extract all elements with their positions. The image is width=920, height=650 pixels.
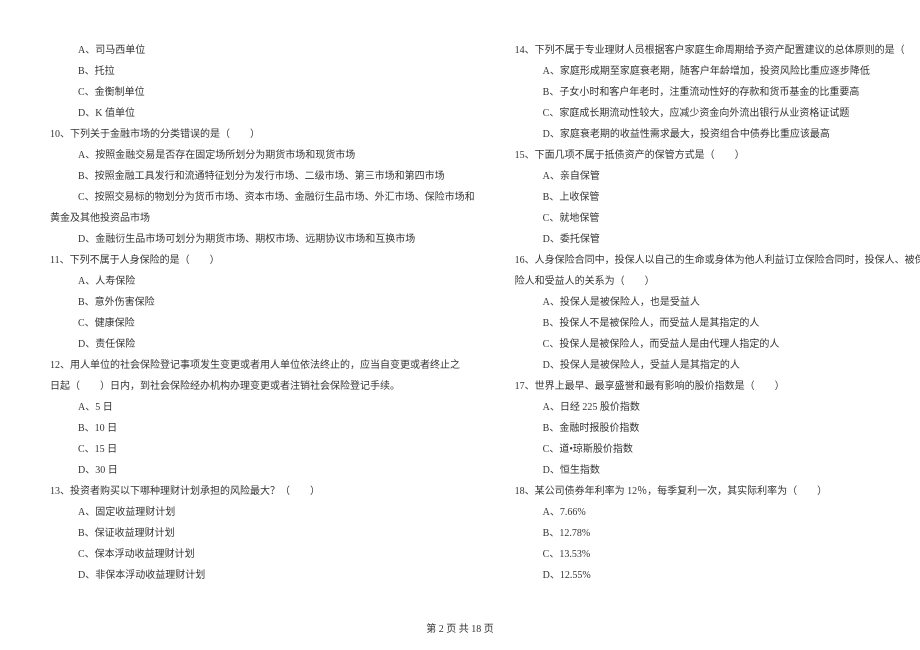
left-column: A、司马西单位B、托拉C、金衡制单位D、K 值单位10、下列关于金融市场的分类错… — [50, 40, 475, 610]
text-line: 10、下列关于金融市场的分类错误的是（ ） — [50, 124, 475, 145]
text-line: D、责任保险 — [50, 334, 475, 355]
text-line: 15、下面几项不属于抵债资产的保管方式是（ ） — [515, 145, 920, 166]
text-line: D、投保人是被保险人，受益人是其指定的人 — [515, 355, 920, 376]
text-line: 18、某公司债券年利率为 12％，每季复利一次，其实际利率为（ ） — [515, 481, 920, 502]
text-line: 黄金及其他投资品市场 — [50, 208, 475, 229]
two-column-layout: A、司马西单位B、托拉C、金衡制单位D、K 值单位10、下列关于金融市场的分类错… — [50, 40, 870, 610]
text-line: A、5 日 — [50, 397, 475, 418]
text-line: 13、投资者购买以下哪种理财计划承担的风险最大？（ ） — [50, 481, 475, 502]
text-line: A、投保人是被保险人，也是受益人 — [515, 292, 920, 313]
text-line: B、托拉 — [50, 61, 475, 82]
text-line: A、日经 225 股价指数 — [515, 397, 920, 418]
text-line: C、金衡制单位 — [50, 82, 475, 103]
text-line: B、12.78% — [515, 523, 920, 544]
text-line: C、就地保管 — [515, 208, 920, 229]
text-line: A、人寿保险 — [50, 271, 475, 292]
text-line: D、30 日 — [50, 460, 475, 481]
text-line: A、固定收益理财计划 — [50, 502, 475, 523]
text-line: D、非保本浮动收益理财计划 — [50, 565, 475, 586]
text-line: C、投保人是被保险人，而受益人是由代理人指定的人 — [515, 334, 920, 355]
text-line: 12、用人单位的社会保险登记事项发生变更或者用人单位依法终止的，应当自变更或者终… — [50, 355, 475, 376]
text-line: D、12.55% — [515, 565, 920, 586]
text-line: B、意外伤害保险 — [50, 292, 475, 313]
text-line: A、按照金融交易是否存在固定场所划分为期货市场和现货市场 — [50, 145, 475, 166]
text-line: B、10 日 — [50, 418, 475, 439]
right-column: 14、下列不属于专业理财人员根据客户家庭生命周期给予资产配置建议的总体原则的是（… — [515, 40, 920, 610]
text-line: C、家庭成长期流动性较大，应减少资金向外流出银行从业资格证试题 — [515, 103, 920, 124]
text-line: A、亲自保管 — [515, 166, 920, 187]
text-line: A、司马西单位 — [50, 40, 475, 61]
text-line: B、上收保管 — [515, 187, 920, 208]
text-line: D、委托保管 — [515, 229, 920, 250]
text-line: D、恒生指数 — [515, 460, 920, 481]
text-line: C、道•琼斯股价指数 — [515, 439, 920, 460]
text-line: A、7.66% — [515, 502, 920, 523]
text-line: 日起（ ）日内，到社会保险经办机构办理变更或者注销社会保险登记手续。 — [50, 376, 475, 397]
text-line: B、金融时报股价指数 — [515, 418, 920, 439]
text-line: 16、人身保险合同中，投保人以自己的生命或身体为他人利益订立保险合同时，投保人、… — [515, 250, 920, 271]
text-line: 17、世界上最早、最享盛誉和最有影响的股价指数是（ ） — [515, 376, 920, 397]
text-line: 14、下列不属于专业理财人员根据客户家庭生命周期给予资产配置建议的总体原则的是（… — [515, 40, 920, 61]
text-line: C、健康保险 — [50, 313, 475, 334]
text-line: D、K 值单位 — [50, 103, 475, 124]
text-line: D、家庭衰老期的收益性需求最大，投资组合中债券比重应该最高 — [515, 124, 920, 145]
text-line: B、保证收益理财计划 — [50, 523, 475, 544]
text-line: C、13.53% — [515, 544, 920, 565]
text-line: 险人和受益人的关系为（ ） — [515, 271, 920, 292]
text-line: A、家庭形成期至家庭衰老期，随客户年龄增加，投资风险比重应逐步降低 — [515, 61, 920, 82]
text-line: C、按照交易标的物划分为货币市场、资本市场、金融衍生品市场、外汇市场、保险市场和 — [50, 187, 475, 208]
page-footer: 第 2 页 共 18 页 — [0, 620, 920, 635]
text-line: 11、下列不属于人身保险的是（ ） — [50, 250, 475, 271]
text-line: B、子女小时和客户年老时，注重流动性好的存款和货币基金的比重要高 — [515, 82, 920, 103]
text-line: B、按照金融工具发行和流通特征划分为发行市场、二级市场、第三市场和第四市场 — [50, 166, 475, 187]
text-line: C、15 日 — [50, 439, 475, 460]
text-line: B、投保人不是被保险人，而受益人是其指定的人 — [515, 313, 920, 334]
text-line: C、保本浮动收益理财计划 — [50, 544, 475, 565]
text-line: D、金融衍生品市场可划分为期货市场、期权市场、远期协议市场和互换市场 — [50, 229, 475, 250]
